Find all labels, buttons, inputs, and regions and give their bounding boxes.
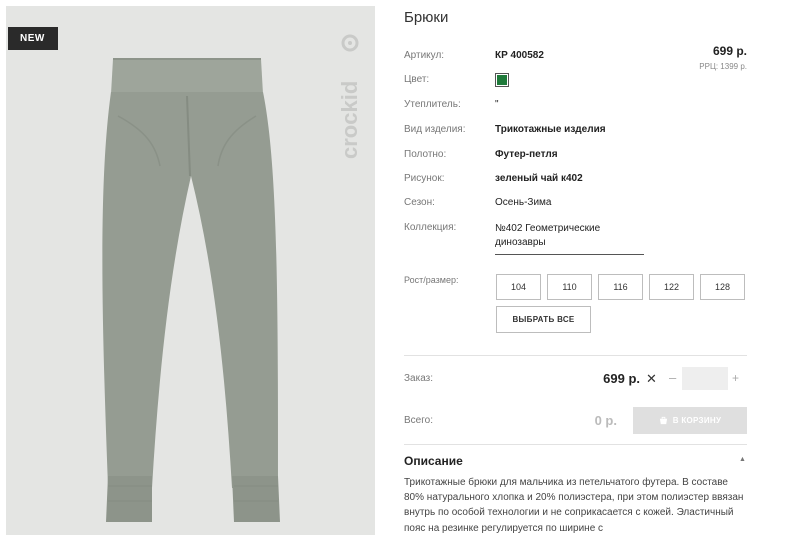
- total-label: Всего:: [404, 415, 433, 426]
- pants-image: [102, 58, 280, 522]
- color-swatch[interactable]: [495, 73, 509, 87]
- collection-link[interactable]: №402 Геометрические динозавры: [495, 222, 644, 255]
- multiply-icon: ✕: [646, 371, 657, 386]
- brand-logo: crockid: [337, 34, 362, 159]
- description-title[interactable]: Описание: [404, 454, 463, 468]
- cart-icon: [659, 416, 667, 425]
- size-110-button[interactable]: 110: [547, 274, 592, 300]
- fabric-label: Полотно:: [404, 149, 447, 160]
- insulation-value: ": [495, 99, 499, 110]
- divider: [404, 444, 747, 445]
- order-label: Заказ:: [404, 373, 434, 384]
- pattern-label: Рисунок:: [404, 173, 445, 184]
- type-label: Вид изделия:: [404, 124, 466, 135]
- size-label: Рост/размер:: [404, 275, 459, 285]
- size-128-button[interactable]: 128: [700, 274, 745, 300]
- season-value: Осень-Зима: [495, 197, 552, 208]
- recommended-price: РРЦ: 1399 р.: [699, 62, 747, 71]
- select-all-button[interactable]: ВЫБРАТЬ ВСЕ: [496, 306, 591, 333]
- description-text: Трикотажные брюки для мальчика из петель…: [404, 477, 744, 534]
- insulation-label: Утеплитель:: [404, 99, 461, 110]
- product-photo[interactable]: NEW crockid: [6, 6, 375, 535]
- article-value: КР 400582: [495, 50, 544, 61]
- season-label: Сезон:: [404, 197, 435, 208]
- new-badge: NEW: [8, 27, 58, 50]
- increase-button[interactable]: +: [732, 371, 739, 385]
- add-to-cart-label: В КОРЗИНУ: [672, 416, 722, 425]
- order-price: 699 р.: [603, 371, 640, 386]
- size-122-button[interactable]: 122: [649, 274, 694, 300]
- color-label: Цвет:: [404, 74, 430, 85]
- svg-text:crockid: crockid: [337, 81, 362, 159]
- article-label: Артикул:: [404, 50, 445, 61]
- total-price: 0 р.: [594, 413, 617, 428]
- quantity-input[interactable]: [682, 367, 728, 390]
- add-to-cart-button[interactable]: В КОРЗИНУ: [633, 407, 747, 434]
- collection-label: Коллекция:: [404, 222, 457, 233]
- pattern-value: зеленый чай к402: [495, 173, 583, 184]
- caret-up-icon[interactable]: ▲: [739, 456, 746, 463]
- divider: [404, 355, 747, 356]
- size-104-button[interactable]: 104: [496, 274, 541, 300]
- product-price: 699 р.: [712, 44, 747, 58]
- type-value: Трикотажные изделия: [495, 124, 606, 135]
- size-116-button[interactable]: 116: [598, 274, 643, 300]
- product-title: Брюки: [404, 9, 449, 26]
- fabric-value: Футер-петля: [495, 149, 558, 160]
- decrease-button[interactable]: –: [669, 370, 676, 385]
